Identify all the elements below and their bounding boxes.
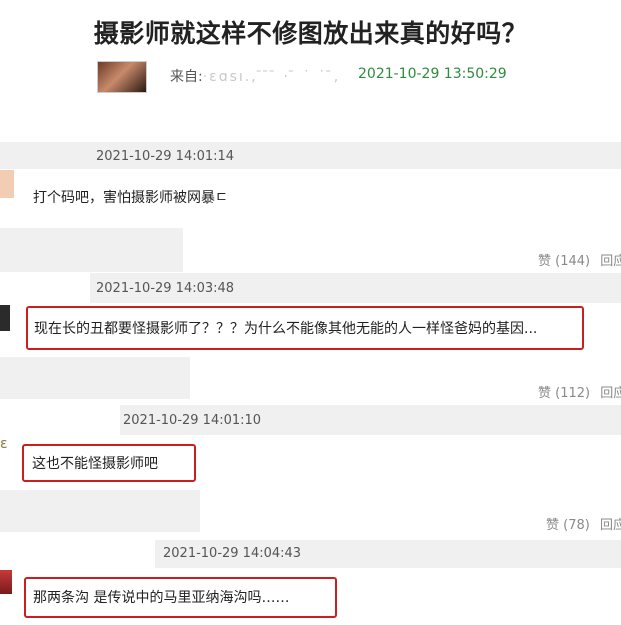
author-avatar[interactable] — [97, 61, 147, 93]
divider-band — [0, 228, 183, 272]
reply-button[interactable]: 回应 — [600, 518, 621, 533]
reply-button[interactable]: 回应 — [600, 386, 621, 401]
comment-timestamp: 2021-10-29 14:03:48 — [96, 281, 235, 296]
comment-actions: 赞 (144) 回应 — [538, 250, 621, 269]
commenter-avatar[interactable]: ε — [0, 436, 10, 452]
divider-band — [0, 357, 190, 399]
source-label: 来自: — [170, 69, 203, 85]
commenter-avatar[interactable] — [0, 305, 10, 331]
divider-band — [0, 490, 200, 532]
comment-actions: 赞 (78) 回应 — [546, 514, 621, 533]
reply-button[interactable]: 回应 — [600, 254, 621, 269]
article-title: 摄影师就这样不修图放出来真的好吗？ — [93, 19, 528, 48]
like-button[interactable]: 赞 (112) — [538, 386, 590, 401]
comment-timestamp: 2021-10-29 14:04:43 — [163, 546, 302, 561]
article-source: 来自:·ɛɑsı., ̄ ̄ ̄ · ̄ ˙ ˙ ̄, — [170, 66, 340, 86]
comment-actions: 赞 (112) 回应 — [538, 382, 621, 401]
article-timestamp: 2021-10-29 13:50:29 — [358, 66, 507, 82]
comment-text: 这也不能怪摄影师吧 — [32, 456, 158, 472]
comment-header-band — [0, 142, 621, 169]
comment-text: 打个码吧，害怕摄影师被网暴ㄷ — [33, 190, 228, 206]
comment-text: 现在长的丑都要怪摄影师了？？？为什么不能像其他无能的人一样怪爸妈的基因... — [34, 321, 538, 337]
comment-text: 那两条沟 是传说中的马里亚纳海沟吗…… — [33, 590, 290, 606]
commenter-avatar[interactable] — [0, 170, 14, 198]
comment-timestamp: 2021-10-29 14:01:14 — [96, 149, 235, 164]
commenter-avatar[interactable] — [0, 570, 12, 594]
source-name-blurred[interactable]: ·ɛɑsı., ̄ ̄ ̄ · ̄ ˙ ˙ ̄, — [203, 69, 341, 85]
like-button[interactable]: 赞 (78) — [546, 518, 590, 533]
comment-timestamp: 2021-10-29 14:01:10 — [123, 413, 262, 428]
like-button[interactable]: 赞 (144) — [538, 254, 590, 269]
